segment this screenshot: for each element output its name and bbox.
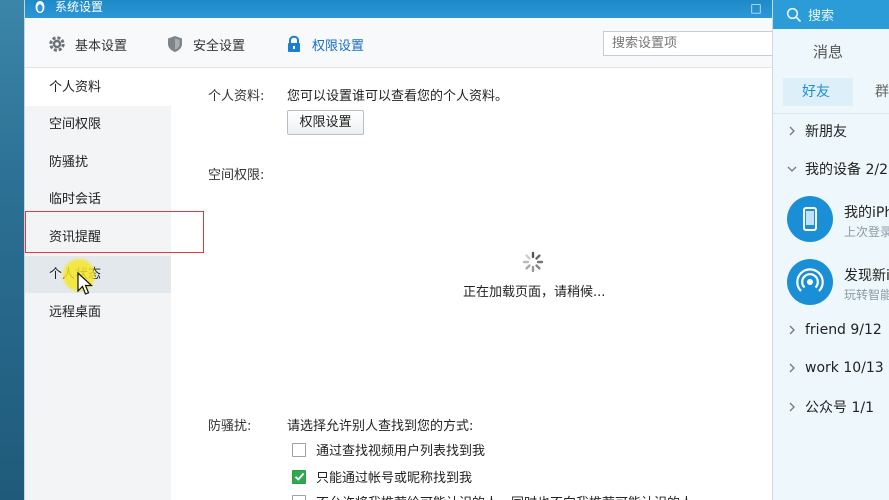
sidebar-item-news-alerts[interactable]: 资讯提醒 — [25, 219, 171, 256]
tab-friends[interactable]: 好友 — [783, 78, 853, 106]
sidebar-item-label: 个人资料 — [49, 80, 102, 95]
sidebar-item-label: 临时会话 — [49, 192, 102, 207]
sidebar-item-label: 资讯提醒 — [49, 230, 102, 245]
qq-search-bar[interactable]: 搜索 — [773, 0, 889, 29]
option-label: 只能通过帐号或昵称找到我 — [316, 471, 473, 486]
option-no-recommendation[interactable]: 不允许将我推荐给可能认识的人，同时也不向我推荐可能认识的人 — [292, 492, 693, 500]
sidebar-item-label: 远程桌面 — [49, 305, 102, 320]
divider — [773, 113, 889, 114]
tab-security-settings-label: 安全设置 — [193, 38, 246, 54]
gear-icon — [49, 36, 65, 52]
title-bar: 系统设置 □ — [25, 0, 773, 18]
tab-permission-settings[interactable]: 权限设置 — [284, 33, 364, 55]
group-my-devices[interactable]: 我的设备 2/2 — [787, 159, 888, 179]
group-new-friends[interactable]: 新朋友 — [787, 121, 847, 141]
anti-harassment-label: 防骚扰: — [208, 419, 252, 434]
settings-search-input[interactable] — [603, 31, 773, 56]
sidebar-item-personal-status[interactable]: 个人状态 — [25, 256, 171, 293]
lock-icon — [288, 35, 300, 52]
tab-basic-settings-label: 基本设置 — [75, 38, 128, 54]
checkbox-find-by-video-list[interactable] — [292, 442, 306, 457]
tab-permission-settings-label: 权限设置 — [312, 38, 365, 54]
sidebar-item-profile[interactable]: 个人资料 — [25, 69, 171, 106]
group-label: 新朋友 — [805, 124, 847, 140]
chevron-right-icon — [789, 402, 795, 412]
settings-toolbar: 基本设置 安全设置 权限设置 — [25, 18, 773, 68]
tab-security-settings[interactable]: 安全设置 — [165, 33, 245, 55]
sidebar-item-remote-desktop[interactable]: 远程桌面 — [25, 294, 171, 331]
device-discover-new[interactable]: 发现新i 玩转智能 — [787, 259, 889, 311]
settings-sidebar: 个人资料 空间权限 防骚扰 临时会话 资讯提醒 个人状态 远程桌面 — [25, 69, 171, 500]
maximize-button[interactable]: □ — [749, 1, 763, 15]
tab-groups[interactable]: 群 — [875, 78, 889, 106]
qq-contact-tabs: 好友 群 — [783, 78, 889, 106]
loading-spinner-icon — [522, 251, 544, 273]
mouse-cursor-icon — [77, 272, 93, 295]
sidebar-item-label: 防骚扰 — [49, 155, 89, 170]
group-label: friend 9/12 — [805, 322, 882, 338]
sidebar-item-label: 空间权限 — [49, 117, 102, 132]
group-friend[interactable]: friend 9/12 — [787, 322, 882, 338]
group-label: 我的设备 2/2 — [805, 162, 888, 178]
group-label: work 10/13 — [805, 360, 884, 376]
anti-harassment-description: 请选择允许别人查找到您的方式: — [287, 419, 474, 434]
checkbox-find-by-account-or-nickname[interactable] — [292, 469, 306, 484]
permission-settings-button[interactable]: 权限设置 — [287, 110, 364, 135]
phone-icon — [787, 196, 833, 242]
chevron-down-icon — [787, 166, 797, 172]
tab-basic-settings[interactable]: 基本设置 — [47, 33, 127, 55]
shield-icon — [168, 36, 182, 52]
tab-messages[interactable]: 消息 — [813, 41, 843, 62]
group-label: 公众号 1/1 — [805, 400, 874, 416]
wireless-icon — [787, 259, 833, 305]
penguin-icon — [35, 1, 45, 13]
option-label: 不允许将我推荐给可能认识的人，同时也不向我推荐可能认识的人 — [316, 492, 693, 500]
sidebar-item-space-permission[interactable]: 空间权限 — [25, 106, 171, 143]
chevron-right-icon — [789, 363, 795, 373]
profile-label: 个人资料: — [208, 89, 265, 104]
device-name: 我的iPh — [844, 205, 889, 221]
search-icon — [786, 7, 802, 22]
chevron-right-icon — [789, 126, 795, 136]
device-subtext: 玩转智能 — [844, 288, 889, 302]
checkbox-no-recommendation[interactable] — [292, 494, 306, 500]
option-label: 通过查找视频用户列表找到我 — [316, 444, 486, 459]
settings-window: 系统设置 □ 基本设置 安全设置 权限设置 搜索设置项 个人资料 空间权限 防骚… — [24, 0, 773, 500]
group-work[interactable]: work 10/13 — [787, 360, 884, 376]
profile-description: 您可以设置谁可以查看您的个人资料。 — [287, 89, 509, 104]
checkmark-icon — [294, 472, 304, 481]
qq-search-label: 搜索 — [808, 9, 835, 24]
space-permission-label: 空间权限: — [208, 168, 265, 183]
chevron-right-icon — [789, 325, 795, 335]
device-subtext: 上次登录 — [844, 225, 889, 239]
window-title: 系统设置 — [55, 0, 104, 14]
settings-content: 个人资料: 您可以设置谁可以查看您的个人资料。 权限设置 空间权限: 正在加载页… — [171, 69, 773, 500]
desktop-wallpaper — [0, 0, 24, 500]
sidebar-item-temp-chat[interactable]: 临时会话 — [25, 181, 171, 218]
sidebar-item-anti-harassment[interactable]: 防骚扰 — [25, 144, 171, 181]
device-iphone[interactable]: 我的iPh 上次登录 — [787, 196, 889, 248]
option-find-by-video-list[interactable]: 通过查找视频用户列表找到我 — [292, 440, 485, 459]
group-official-accounts[interactable]: 公众号 1/1 — [787, 397, 874, 417]
device-name: 发现新i — [844, 268, 889, 284]
option-find-by-account-or-nickname[interactable]: 只能通过帐号或昵称找到我 — [292, 467, 472, 486]
qq-main-panel: 搜索 消息 好友 群 新朋友 我的设备 2/2 我的iPh 上次登录 发现新i … — [772, 0, 889, 500]
loading-text: 正在加载页面，请稍候... — [463, 285, 606, 300]
